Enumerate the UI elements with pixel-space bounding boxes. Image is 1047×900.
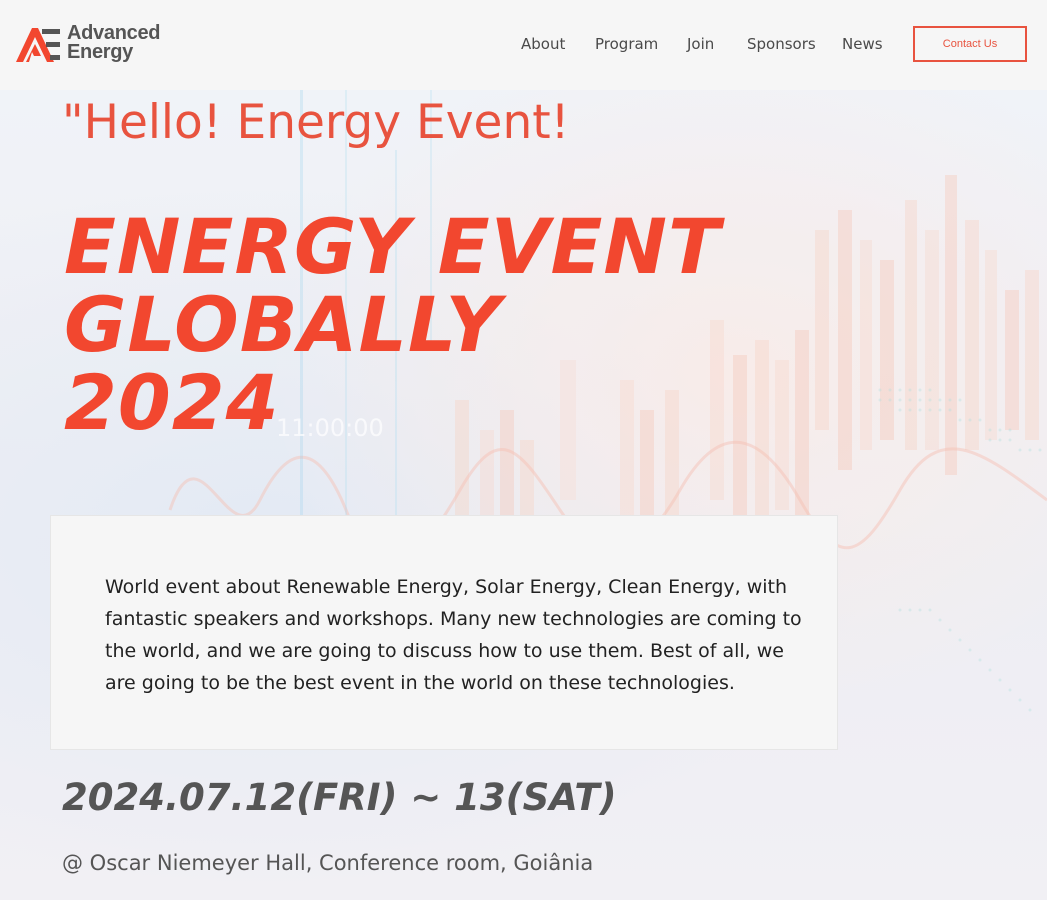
nav-link-sponsors[interactable]: Sponsors — [747, 34, 816, 54]
ae-logo-icon — [16, 28, 60, 62]
contact-us-button[interactable]: Contact Us — [913, 26, 1027, 62]
hero-title-line1: ENERGY EVENT — [64, 202, 721, 291]
brand-logo[interactable]: Advanced Energy — [16, 23, 176, 68]
brand-name-line2: Energy — [67, 41, 134, 63]
event-description: World event about Renewable Energy, Sola… — [105, 576, 802, 694]
hero-greeting: "Hello! Energy Event! — [62, 95, 570, 150]
hero-title-line2: GLOBALLY — [64, 280, 502, 369]
event-date: 2024.07.12(FRI) ~ 13(SAT) — [62, 776, 617, 819]
hero-ghost-time: 11:00:00 — [276, 414, 384, 442]
hero-title: ENERGY EVENT GLOBALLY 2024 — [64, 208, 721, 442]
nav-link-news[interactable]: News — [842, 34, 883, 54]
hero-title-line3: 2024 — [64, 358, 280, 447]
brand-name: Advanced Energy — [67, 23, 160, 63]
nav-link-program[interactable]: Program — [595, 34, 658, 54]
hero-section: "Hello! Energy Event! ENERGY EVENT GLOBA… — [0, 90, 1047, 900]
site-header: Advanced Energy About Program Join Spons… — [0, 0, 1047, 90]
event-venue: @ Oscar Niemeyer Hall, Conference room, … — [62, 851, 594, 875]
nav-link-join[interactable]: Join — [687, 34, 714, 54]
event-description-box: World event about Renewable Energy, Sola… — [50, 515, 838, 750]
nav-link-about[interactable]: About — [521, 34, 565, 54]
